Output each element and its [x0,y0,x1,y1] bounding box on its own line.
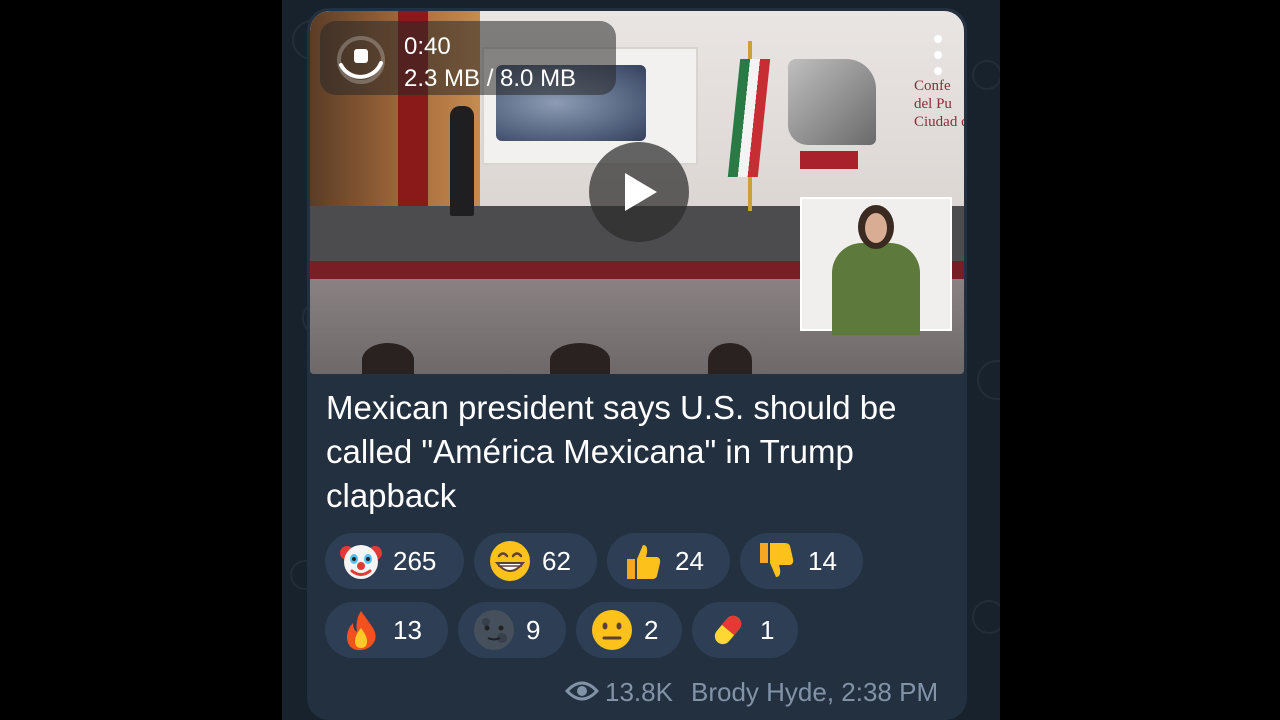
message-bubble: Confe del Pu Ciudad d 0:40 2.3 MB / 8.0 … [307,8,967,720]
reaction-count: 9 [526,615,541,645]
pill-icon [714,615,742,645]
reaction-count: 265 [393,546,437,576]
author-and-time: Brody Hyde, 2:38 PM [691,677,939,707]
message-caption: Mexican president says U.S. should be ca… [326,389,897,514]
video-thumbnail[interactable]: Confe del Pu Ciudad d 0:40 2.3 MB / 8.0 … [310,11,964,374]
grinning-face-icon [490,541,530,581]
play-icon [625,173,657,211]
reaction-grinning[interactable]: 62 [474,533,597,589]
reaction-pill[interactable]: 1 [692,602,798,658]
reaction-thumbs-down[interactable]: 14 [740,533,863,589]
neutral-face-icon [592,610,632,650]
reaction-new-moon-face[interactable]: 9 [458,602,566,658]
download-progress: 2.3 MB / 8.0 MB [404,65,577,92]
clown-face-icon [340,545,382,579]
thumbs-up-icon [627,545,661,579]
reaction-clown[interactable]: 265 [325,533,464,589]
reaction-count: 62 [542,546,571,576]
more-vertical-icon[interactable] [926,33,950,77]
background-sign-text: Confe del Pu Ciudad d [914,78,964,130]
eye-icon [565,681,599,701]
reaction-count: 1 [760,615,775,645]
stop-download-icon[interactable] [336,35,386,85]
reaction-count: 2 [644,615,659,645]
fire-icon [347,611,376,651]
view-count: 13.8K [605,677,673,707]
reaction-count: 13 [393,615,422,645]
reaction-fire[interactable]: 13 [325,602,448,658]
reaction-thumbs-up[interactable]: 24 [607,533,730,589]
sign-language-interpreter [800,197,952,335]
message-meta: 13.8K Brody Hyde, 2:38 PM [565,675,945,709]
video-info-overlay: 0:40 2.3 MB / 8.0 MB [320,21,616,95]
thumbs-down-icon [760,543,794,577]
new-moon-face-icon [474,610,514,650]
video-duration: 0:40 [404,33,451,60]
reaction-count: 14 [808,546,837,576]
reaction-neutral-face[interactable]: 2 [576,602,682,658]
reaction-count: 24 [675,546,704,576]
play-button[interactable] [589,142,689,242]
